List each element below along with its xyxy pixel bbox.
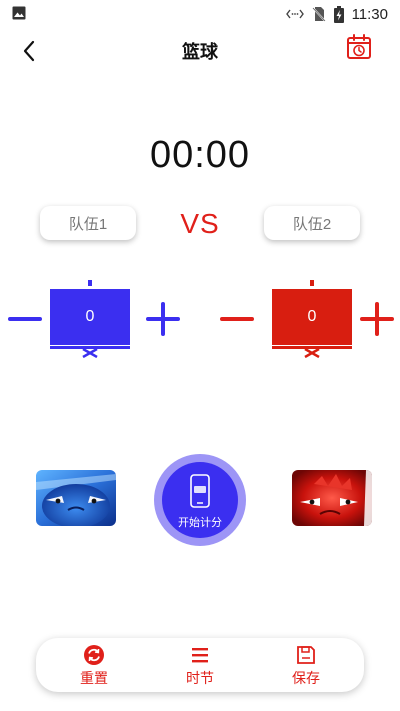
save-button[interactable]: 保存 bbox=[271, 644, 341, 688]
page-title: 篮球 bbox=[182, 42, 218, 62]
game-timer[interactable]: 00:00 bbox=[0, 134, 400, 177]
blue-monster-image bbox=[36, 470, 116, 526]
start-scoring-label: 开始计分 bbox=[178, 517, 222, 529]
period-label: 时节 bbox=[186, 670, 214, 686]
phone-icon bbox=[190, 474, 210, 508]
start-scoring-button[interactable]: 开始计分 bbox=[154, 454, 246, 546]
team1-score: 0 bbox=[50, 289, 130, 345]
save-label: 保存 bbox=[292, 670, 320, 686]
history-button[interactable] bbox=[346, 34, 374, 62]
team2-minus-button[interactable] bbox=[220, 317, 254, 321]
vs-label: VS bbox=[180, 208, 220, 239]
team2-scoreboard: 0 bbox=[272, 276, 352, 358]
status-time: 11:30 bbox=[351, 5, 388, 23]
calendar-history-icon bbox=[347, 34, 371, 59]
bottom-toolbar: 重置 时节 保存 bbox=[36, 638, 364, 692]
team2-score: 0 bbox=[272, 289, 352, 345]
save-icon bbox=[297, 646, 315, 664]
scoreboard-tick bbox=[310, 280, 314, 286]
scoreboard-tick bbox=[88, 280, 92, 286]
scoreboard-stand-icon bbox=[272, 346, 352, 358]
scoreboard-stand-icon bbox=[50, 346, 130, 358]
status-bar: 11:30 bbox=[0, 0, 400, 28]
team1-name-button[interactable]: 队伍1 bbox=[40, 206, 136, 240]
menu-lines-icon bbox=[192, 648, 208, 663]
team1-minus-button[interactable] bbox=[8, 317, 42, 321]
app-bar: 篮球 bbox=[0, 28, 400, 72]
team2-name-button[interactable]: 队伍2 bbox=[264, 206, 360, 240]
team1-plus-button[interactable] bbox=[146, 302, 180, 336]
status-icons: 11:30 bbox=[285, 4, 388, 24]
battery-charging-icon bbox=[333, 5, 344, 23]
period-button[interactable]: 时节 bbox=[165, 644, 235, 688]
red-monster-image bbox=[292, 470, 372, 526]
team2-plus-button[interactable] bbox=[360, 302, 394, 336]
team2-avatar[interactable] bbox=[292, 470, 372, 526]
team1-scoreboard: 0 bbox=[50, 276, 130, 358]
reset-button[interactable]: 重置 bbox=[59, 644, 129, 688]
gallery-icon bbox=[12, 6, 26, 20]
team1-avatar[interactable] bbox=[36, 470, 116, 526]
data-arrows-icon bbox=[285, 9, 304, 19]
reset-icon bbox=[84, 645, 104, 665]
no-sim-icon bbox=[311, 7, 326, 22]
reset-label: 重置 bbox=[80, 670, 108, 686]
